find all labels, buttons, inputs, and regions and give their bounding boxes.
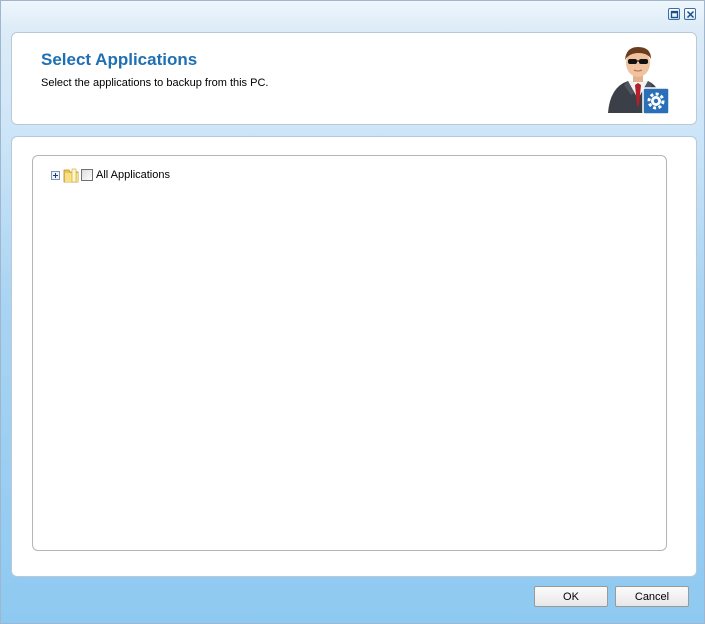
expand-toggle[interactable] bbox=[51, 171, 60, 180]
dialog-window: Select Applications Select the applicati… bbox=[0, 0, 705, 624]
maximize-button[interactable] bbox=[668, 8, 680, 20]
close-icon bbox=[686, 10, 695, 19]
page-subtitle: Select the applications to backup from t… bbox=[41, 77, 269, 89]
header-panel: Select Applications Select the applicati… bbox=[11, 32, 697, 125]
select-all-checkbox[interactable] bbox=[81, 169, 93, 181]
ok-button[interactable]: OK bbox=[534, 586, 608, 607]
close-button[interactable] bbox=[684, 8, 696, 20]
cancel-button[interactable]: Cancel bbox=[615, 586, 689, 607]
user-settings-icon bbox=[608, 47, 670, 115]
tree-node-label: All Applications bbox=[96, 169, 170, 181]
title-bar bbox=[1, 1, 704, 29]
tree-node-all-applications[interactable]: All Applications bbox=[51, 166, 251, 184]
main-panel: All Applications bbox=[11, 136, 697, 577]
plus-icon bbox=[53, 173, 58, 178]
application-tree[interactable]: All Applications bbox=[32, 155, 667, 551]
page-title: Select Applications bbox=[41, 50, 198, 69]
folder-icon bbox=[63, 168, 79, 183]
maximize-icon bbox=[670, 10, 679, 19]
